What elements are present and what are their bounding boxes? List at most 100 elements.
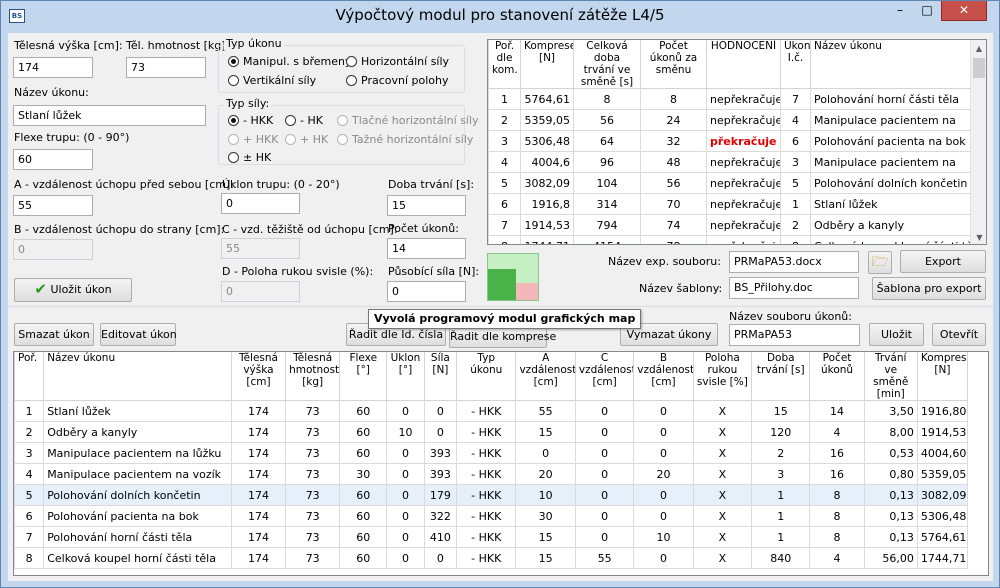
grid-cell: 0 bbox=[386, 526, 425, 548]
radio-manipulation[interactable]: Manipul. s břemeny bbox=[228, 55, 352, 69]
grid-cell: 73 bbox=[285, 505, 341, 527]
results-header-cell[interactable]: Počet úkonů za směnu bbox=[640, 40, 707, 89]
results-header-cell[interactable]: Název úkonu bbox=[810, 40, 972, 89]
grid-header-cell[interactable]: Poloha rukou svisle [%] bbox=[692, 352, 753, 401]
b-distance-input[interactable]: 0 bbox=[13, 239, 93, 260]
open-button[interactable]: Otevřít bbox=[932, 323, 986, 346]
graphic-map-button[interactable] bbox=[487, 253, 539, 301]
minimize-button[interactable]: – bbox=[887, 1, 913, 21]
results-cell: 1 bbox=[780, 193, 811, 215]
folder-open-icon[interactable]: 🗁 bbox=[868, 251, 892, 274]
grid-row[interactable]: 1 Stlaní lůžek 174 73 60 0 0- HKK 55 0 0 X 15 14 3,50… bbox=[14, 400, 969, 422]
export-button[interactable]: Export bbox=[900, 250, 986, 273]
grid-cell: 0 bbox=[386, 547, 425, 569]
grid-header-cell[interactable]: Počet úkonů bbox=[809, 352, 865, 401]
results-row[interactable]: 4 4004,6 96 48 nepřekračuje 3 Manipulace pacie… bbox=[488, 151, 972, 173]
grid-row[interactable]: 7 Polohování horní části těla 174 73 60 0 410-… bbox=[14, 526, 969, 548]
grid-header-cell[interactable]: Trvání ve směně [min] bbox=[863, 352, 918, 401]
duration-input[interactable]: 15 bbox=[387, 195, 466, 216]
height-input[interactable]: 174 bbox=[13, 57, 93, 78]
tasks-grid-panel[interactable]: Poř. Název úkonu Tělesná výška [cm] Tělesná… bbox=[13, 351, 989, 576]
results-cell: 6 bbox=[488, 193, 521, 215]
results-row[interactable]: 2 5359,05 56 24 nepřekračuje 4 Manipulace paci… bbox=[488, 109, 972, 131]
c-distance-input[interactable]: 55 bbox=[221, 238, 300, 259]
hands-position-input[interactable]: 0 bbox=[221, 281, 300, 302]
results-header-cell[interactable]: Celková doba trvání ve směně [s] bbox=[573, 40, 641, 89]
grid-row[interactable]: 4 Manipulace pacientem na vozík 174 73 30 0 39… bbox=[14, 463, 969, 485]
radio-vertical-forces[interactable]: Vertikální síly bbox=[228, 74, 316, 88]
grid-row[interactable]: 8 Celková koupel horní části těla 174 73 60 0… bbox=[14, 547, 969, 569]
results-row[interactable]: 81744,71415478nepřekračuje8Celková koupe… bbox=[488, 235, 972, 244]
a-distance-input[interactable]: 55 bbox=[13, 195, 93, 216]
results-row[interactable]: 7 1914,53 794 74 nepřekračuje 2 Odběry a kanyl… bbox=[488, 214, 972, 236]
grid-row[interactable]: 3 Manipulace pacientem na lůžku 174 73 60 0 39… bbox=[14, 442, 969, 464]
grid-cell: 73 bbox=[285, 463, 341, 485]
results-cell: 3 bbox=[488, 130, 521, 152]
grid-header-cell[interactable]: Typ úkonu bbox=[456, 352, 517, 401]
radio-horizontal-forces[interactable]: Horizontální síly bbox=[346, 55, 449, 69]
save-task-button[interactable]: ✔ Uložit úkon bbox=[14, 278, 132, 302]
grid-header-cell[interactable]: A vzdálenost [cm] bbox=[515, 352, 576, 401]
close-button[interactable]: ✕ bbox=[941, 1, 987, 21]
edit-task-button[interactable]: Editovat úkon bbox=[100, 323, 177, 346]
export-template-button[interactable]: Šablona pro export bbox=[872, 277, 986, 300]
results-header-cell[interactable]: HODNOCENÍ bbox=[706, 40, 781, 89]
task-name-input[interactable]: Stlaní lůžek bbox=[13, 105, 206, 126]
radio-plus-minus-hk[interactable]: ± HK bbox=[228, 151, 271, 165]
grid-row[interactable]: 5 Polohování dolních končetin 174 73 60 0 179-… bbox=[14, 484, 969, 506]
weight-input[interactable]: 73 bbox=[126, 57, 206, 78]
grid-cell: 410 bbox=[423, 526, 458, 548]
grid-header-cell[interactable]: Název úkonu bbox=[43, 352, 232, 401]
scroll-down-arrow-icon[interactable]: ▼ bbox=[971, 229, 986, 244]
scroll-up-arrow-icon[interactable]: ▲ bbox=[971, 40, 986, 57]
grid-header-cell[interactable]: Komprese [N] bbox=[916, 352, 969, 401]
grid-cell: 14 bbox=[809, 400, 865, 422]
force-input[interactable]: 0 bbox=[387, 281, 466, 302]
radio-minus-hkk[interactable]: - HKK bbox=[228, 114, 273, 128]
results-header-cell[interactable]: Komprese [N] bbox=[520, 40, 574, 89]
grid-header-cell[interactable]: Síla [N] bbox=[423, 352, 458, 401]
maximize-button[interactable]: □ bbox=[914, 1, 940, 21]
radio-push-horizontal[interactable]: Tlačné horizontální síly bbox=[337, 114, 479, 128]
grid-header-cell[interactable]: Poř. bbox=[14, 352, 45, 401]
grid-header-cell[interactable]: Flexe [°] bbox=[339, 352, 388, 401]
results-table-panel[interactable]: Poř. dle kom. Komprese [N] Celková doba … bbox=[487, 39, 987, 245]
export-file-input[interactable]: PRMaPA53.docx bbox=[729, 251, 859, 273]
grid-cell: 0 bbox=[574, 421, 635, 443]
results-header-cell[interactable]: Úkon I.č. bbox=[780, 40, 811, 89]
grid-row[interactable]: 6 Polohování pacienta na bok 174 73 60 0 322- … bbox=[14, 505, 969, 527]
tilt-input[interactable]: 0 bbox=[221, 193, 300, 214]
results-row[interactable]: 5 3082,09 104 56 nepřekračuje 5 Polohování dol… bbox=[488, 172, 972, 194]
results-row[interactable]: 3 5306,48 64 32 překračuje 6 Polohování pacien… bbox=[488, 130, 972, 152]
grid-header-cell[interactable]: Tělesná výška [cm] bbox=[230, 352, 287, 401]
results-scrollbar[interactable]: ▲ ▼ bbox=[970, 40, 986, 244]
grid-header-cell[interactable]: Tělesná hmotnost [kg] bbox=[285, 352, 341, 401]
height-label: Tělesná výška [cm]: bbox=[14, 39, 123, 52]
grid-header-cell[interactable]: Úklon [°] bbox=[386, 352, 425, 401]
results-header-cell[interactable]: Poř. dle kom. bbox=[488, 40, 521, 89]
grid-header-cell[interactable]: B vzdálenost [cm] bbox=[633, 352, 694, 401]
scroll-thumb[interactable] bbox=[973, 58, 985, 78]
count-input[interactable]: 14 bbox=[387, 238, 466, 259]
grid-cell: 0 bbox=[574, 463, 635, 485]
results-row[interactable]: 6 1916,8 314 70 nepřekračuje 1 Stlaní lůžek bbox=[488, 193, 972, 215]
grid-header-cell[interactable]: C vzdálenost [cm] bbox=[574, 352, 635, 401]
flexion-label: Flexe trupu: (0 - 90°) bbox=[14, 131, 130, 144]
radio-minus-hk[interactable]: - HK bbox=[285, 114, 323, 128]
tasks-file-input[interactable]: PRMaPA53 bbox=[729, 324, 860, 346]
radio-plus-hkk[interactable]: + HKK bbox=[228, 133, 278, 147]
flexion-input[interactable]: 60 bbox=[13, 149, 93, 170]
radio-pull-horizontal[interactable]: Tažné horizontální síly bbox=[337, 133, 473, 147]
results-row[interactable]: 1 5764,61 8 8 nepřekračuje 7 Polohování horní … bbox=[488, 88, 972, 110]
radio-work-positions[interactable]: Pracovní polohy bbox=[346, 74, 449, 88]
template-input[interactable]: BS_Přilohy.doc bbox=[729, 277, 859, 299]
grid-cell: 60 bbox=[339, 442, 388, 464]
delete-task-button[interactable]: Smazat úkon bbox=[14, 323, 94, 346]
grid-row[interactable]: 2 Odběry a kanyly 174 73 60 10 0- HKK 15 0 0 X 120 4… bbox=[14, 421, 969, 443]
grid-cell: Odběry a kanyly bbox=[43, 421, 232, 443]
grid-header-cell[interactable]: Doba trvání [s] bbox=[751, 352, 811, 401]
results-cell: 104 bbox=[573, 172, 641, 194]
radio-plus-hk[interactable]: + HK bbox=[285, 133, 328, 147]
save-button[interactable]: Uložit bbox=[869, 323, 924, 346]
title-bar[interactable]: BS Výpočtový modul pro stanovení zátěže … bbox=[1, 1, 999, 33]
